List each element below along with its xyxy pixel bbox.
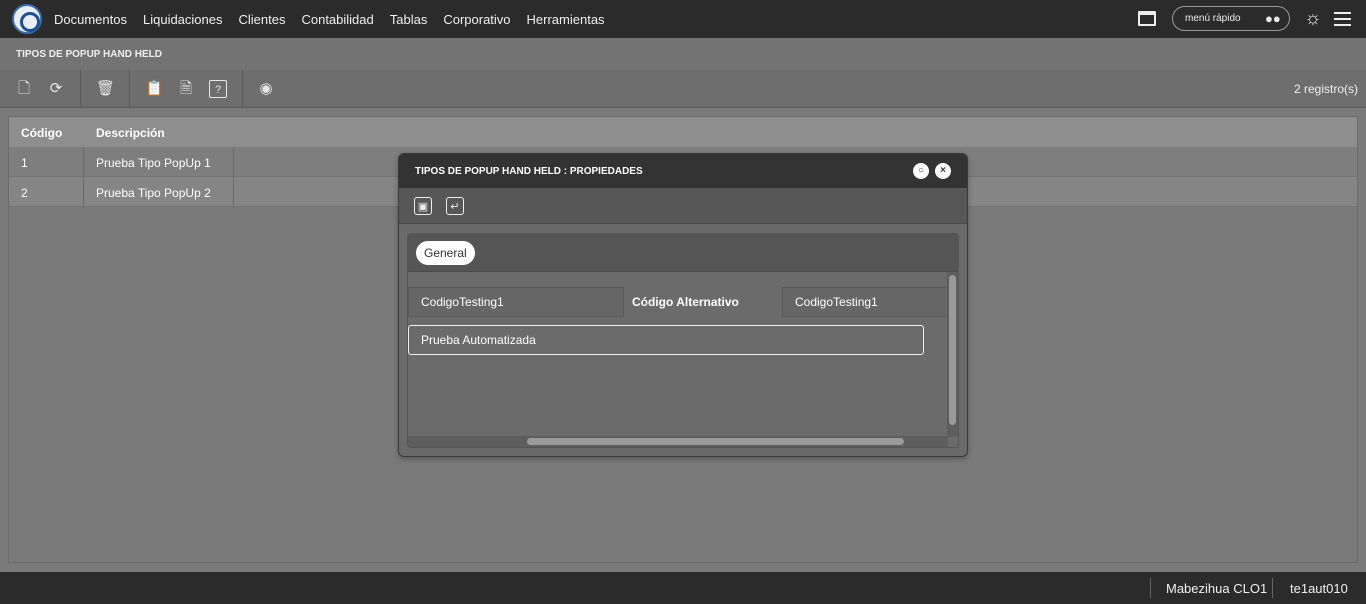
cell-description: Prueba Tipo PopUp 1 bbox=[96, 156, 211, 170]
main-toolbar: 🗋 ⟳ 🗑 📋 🗎 ? ◉ 2 registro(s) bbox=[0, 70, 1366, 108]
code-field[interactable]: CodigoTesting1 bbox=[408, 287, 624, 317]
record-count: 2 registro(s) bbox=[1293, 82, 1358, 96]
nav-herramientas[interactable]: Herramientas bbox=[527, 12, 605, 27]
window-icon[interactable] bbox=[1138, 11, 1156, 26]
user-name: Mabezihua CLO1 bbox=[1166, 581, 1268, 596]
new-document-icon[interactable]: 🗋 bbox=[15, 80, 33, 98]
vertical-scrollbar[interactable] bbox=[947, 272, 958, 437]
main-nav: Documentos Liquidaciones Clientes Contab… bbox=[54, 0, 605, 38]
nav-liquidaciones[interactable]: Liquidaciones bbox=[143, 12, 223, 27]
top-bar: Documentos Liquidaciones Clientes Contab… bbox=[0, 0, 1366, 38]
cell-code: 1 bbox=[21, 156, 28, 170]
properties-dialog: TIPOS DE POPUP HAND HELD : PROPIEDADES ○… bbox=[398, 153, 968, 457]
clipboard-icon[interactable]: 📋 bbox=[145, 80, 164, 98]
quick-menu-label: menú rápido bbox=[1185, 13, 1241, 24]
tab-bar: General bbox=[408, 234, 958, 272]
nav-documentos[interactable]: Documentos bbox=[54, 12, 127, 27]
tab-general[interactable]: General bbox=[416, 241, 475, 265]
description-field[interactable]: Prueba Automatizada bbox=[408, 325, 924, 355]
delete-icon[interactable]: 🗑 bbox=[96, 80, 115, 98]
cell-description: Prueba Tipo PopUp 2 bbox=[96, 186, 211, 200]
help-icon[interactable]: ? bbox=[209, 80, 227, 98]
column-header-descripcion[interactable]: Descripción bbox=[96, 126, 165, 140]
theme-sun-icon[interactable]: ☼ bbox=[1303, 9, 1323, 29]
search-binoculars-icon[interactable]: ◉ bbox=[257, 80, 275, 98]
dialog-toolbar: ▣ ↵ bbox=[399, 188, 967, 224]
close-icon[interactable]: × bbox=[935, 163, 951, 179]
alt-code-label: Código Alternativo bbox=[632, 295, 739, 309]
dialog-panel: General CodigoTesting1 Código Alternativ… bbox=[407, 233, 959, 448]
grid-header: Código Descripción bbox=[9, 117, 1357, 147]
alt-code-field[interactable]: CodigoTesting1 bbox=[782, 287, 948, 317]
nav-corporativo[interactable]: Corporativo bbox=[443, 12, 510, 27]
nav-tablas[interactable]: Tablas bbox=[390, 12, 428, 27]
binoculars-icon: ●● bbox=[1265, 11, 1281, 26]
session-id: te1aut010 bbox=[1290, 581, 1348, 596]
save-icon[interactable]: ▣ bbox=[414, 197, 432, 215]
refresh-icon[interactable]: ⟳ bbox=[47, 80, 65, 98]
export-xls-icon[interactable]: 🗎 bbox=[177, 80, 195, 98]
cell-code: 2 bbox=[21, 186, 28, 200]
dialog-title: TIPOS DE POPUP HAND HELD : PROPIEDADES bbox=[415, 166, 643, 177]
dialog-header: TIPOS DE POPUP HAND HELD : PROPIEDADES ○… bbox=[399, 154, 967, 188]
horizontal-scrollbar[interactable] bbox=[408, 436, 948, 447]
quick-menu-button[interactable]: menú rápido ●● bbox=[1172, 6, 1290, 31]
hamburger-menu-icon[interactable] bbox=[1334, 12, 1351, 26]
app-logo-icon[interactable] bbox=[12, 4, 42, 34]
restore-icon[interactable]: ○ bbox=[913, 163, 929, 179]
nav-clientes[interactable]: Clientes bbox=[239, 12, 286, 27]
return-icon[interactable]: ↵ bbox=[446, 197, 464, 215]
page-title: TIPOS DE POPUP HAND HELD bbox=[16, 49, 162, 60]
status-footer: Mabezihua CLO1 te1aut010 bbox=[0, 572, 1366, 604]
nav-contabilidad[interactable]: Contabilidad bbox=[301, 12, 373, 27]
page-title-bar: TIPOS DE POPUP HAND HELD bbox=[0, 38, 1366, 70]
column-header-codigo[interactable]: Código bbox=[21, 126, 62, 140]
